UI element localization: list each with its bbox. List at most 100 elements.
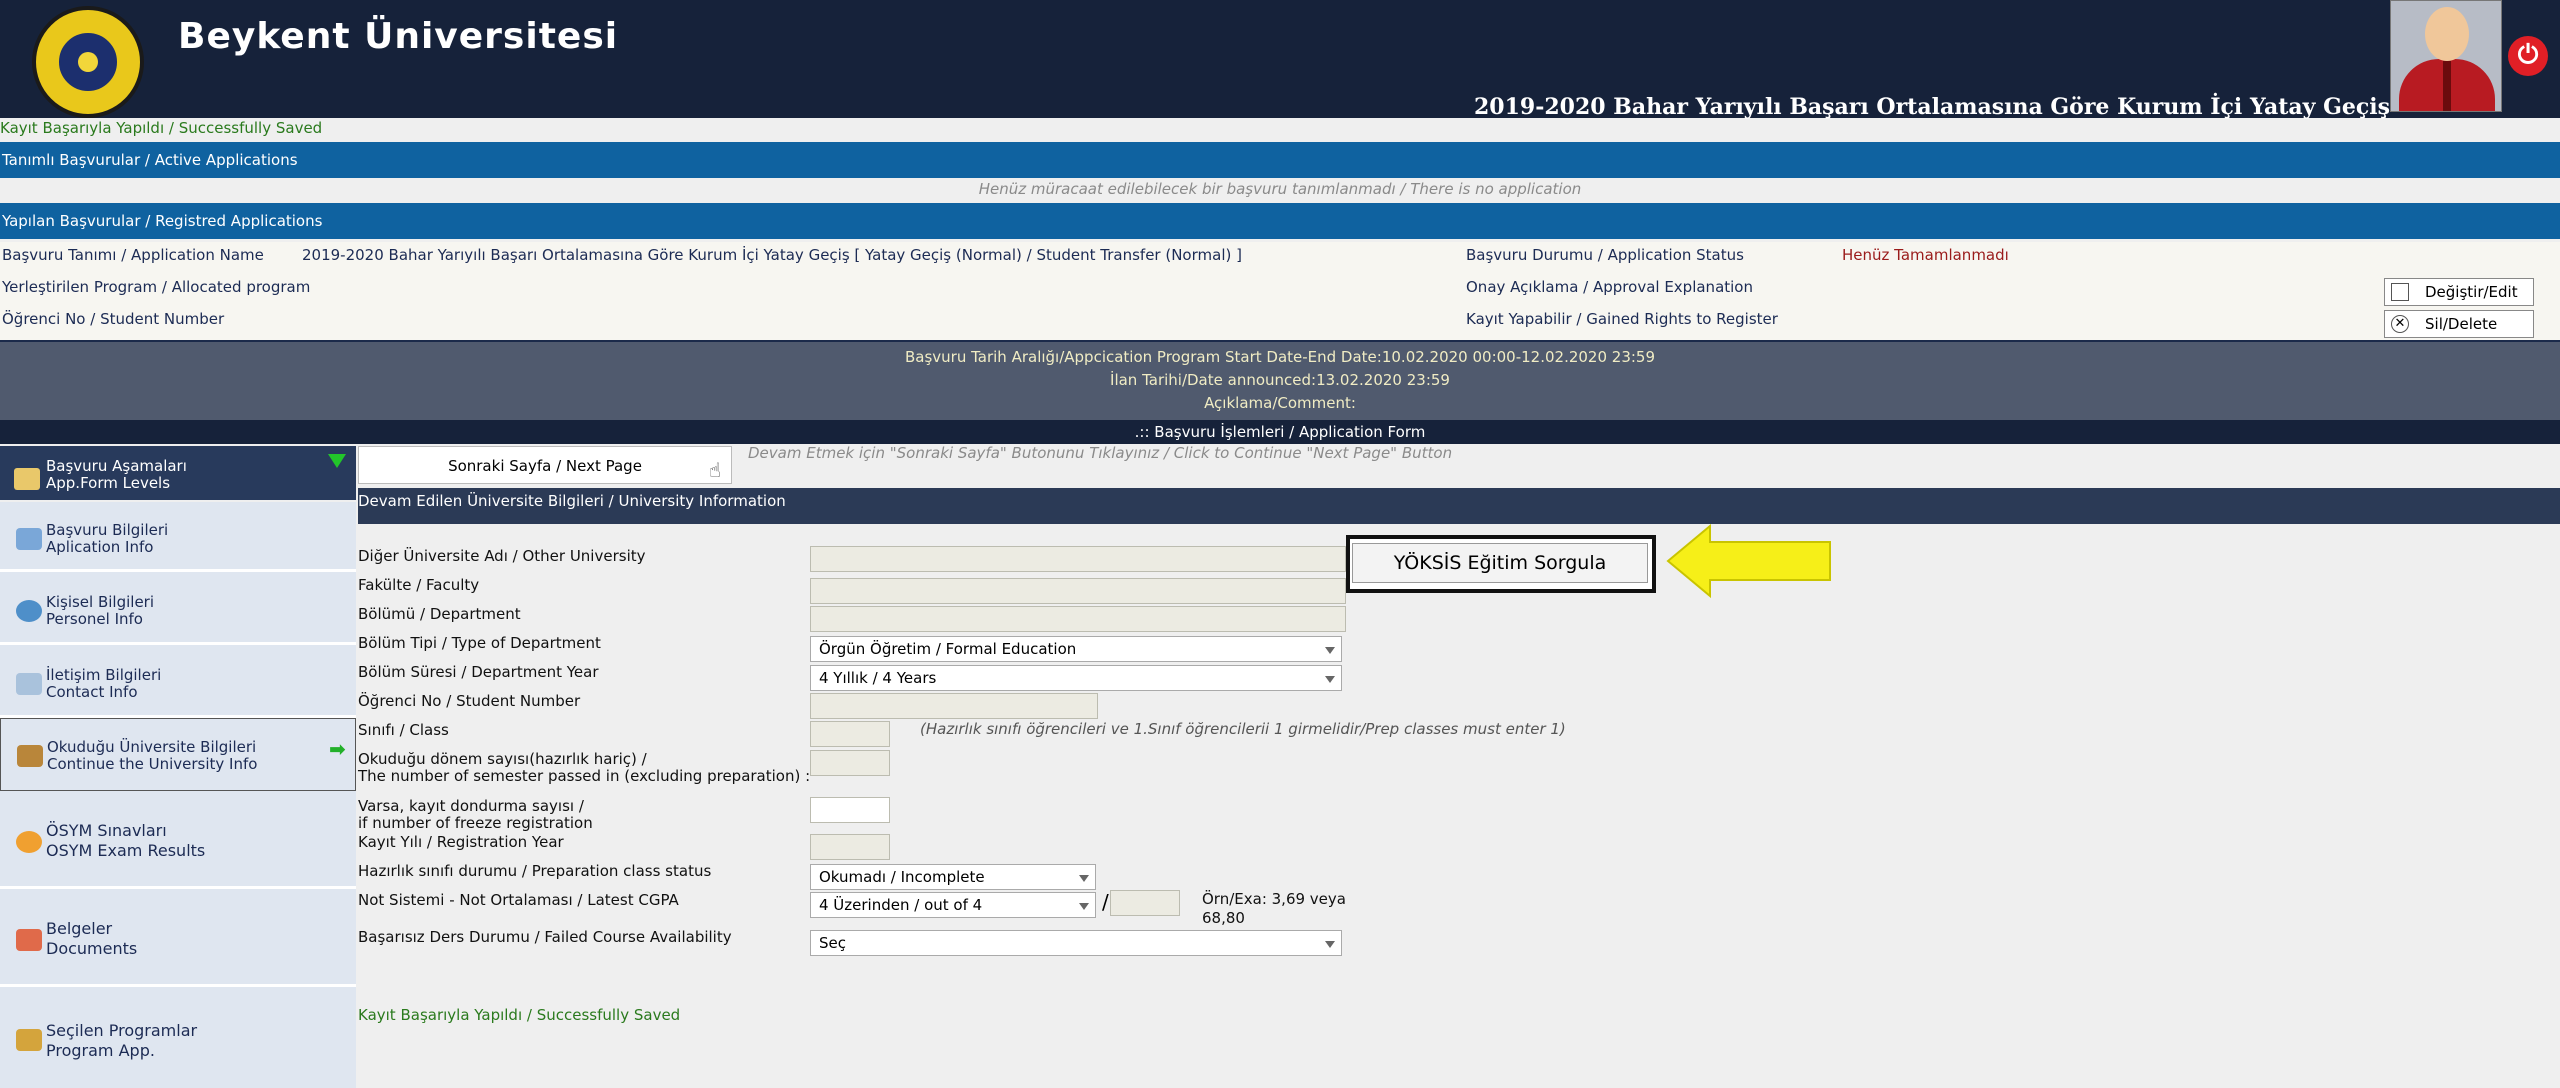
yoksis-query-button[interactable]: YÖKSİS Eğitim Sorgula xyxy=(1352,543,1648,583)
gpa-example-line1: Örn/Exa: 3,69 veya xyxy=(1202,890,1346,908)
semesters-input[interactable] xyxy=(810,750,890,776)
gpa-input[interactable] xyxy=(1110,890,1180,916)
sidebar-header-subtitle: App.Form Levels xyxy=(46,474,171,492)
department-year-value: 4 Yıllık / 4 Years xyxy=(819,669,937,687)
failed-course-select[interactable]: Seç xyxy=(810,930,1342,956)
class-input[interactable] xyxy=(810,721,890,747)
prep-status-select[interactable]: Okumadı / Incomplete xyxy=(810,864,1096,890)
sidebar-item-label: ÖSYM Sınavları xyxy=(46,821,167,840)
briefcase-icon xyxy=(14,468,40,490)
sidebar-item-label: Okuduğu Üniversite Bilgileri xyxy=(47,738,257,756)
freeze-label-line1: Varsa, kayıt dondurma sayısı / xyxy=(358,797,584,815)
delete-button[interactable]: ✕ Sil/Delete xyxy=(2384,310,2534,338)
sidebar-item-label: Belgeler xyxy=(46,919,113,938)
briefcase-icon xyxy=(17,745,43,767)
faculty-label: Fakülte / Faculty xyxy=(358,576,480,594)
application-status-value: Henüz Tamamlanmadı xyxy=(1842,246,2009,264)
registered-applications-band: Yapılan Başvurular / Registred Applicati… xyxy=(0,203,2560,239)
application-form-band: .:: Başvuru İşlemleri / Application Form xyxy=(0,420,2560,444)
comment-label: Açıklama/Comment: xyxy=(1204,394,1356,412)
next-page-button[interactable]: Sonraki Sayfa / Next Page ☝ xyxy=(358,446,732,484)
class-label: Sınıfı / Class xyxy=(358,721,449,739)
faculty-input[interactable] xyxy=(810,578,1346,604)
class-hint: (Hazırlık sınıfı öğrencileri ve 1.Sınıf … xyxy=(920,720,1566,738)
application-dates: Başvuru Tarih Aralığı/Appcication Progra… xyxy=(0,342,2560,420)
grade-system-value: 4 Üzerinden / out of 4 xyxy=(819,896,983,914)
sidebar-item-personal-info[interactable]: Kişisel Bilgileri Personel Info xyxy=(0,572,356,645)
next-page-label: Sonraki Sayfa / Next Page xyxy=(448,457,642,475)
sidebar-item-sublabel: Contact Info xyxy=(46,683,138,701)
sidebar-item-application-info[interactable]: Başvuru Bilgileri Aplication Info xyxy=(0,502,356,572)
university-info-band: Devam Edilen Üniversite Bilgileri / Univ… xyxy=(358,488,2560,524)
university-logo xyxy=(32,6,144,118)
saved-message-bottom: Kayıt Başarıyla Yapıldı / Successfully S… xyxy=(358,1006,681,1024)
program-title: 2019-2020 Bahar Yarıyılı Başarı Ortalama… xyxy=(1474,94,2390,120)
grade-system-select[interactable]: 4 Üzerinden / out of 4 xyxy=(810,892,1096,918)
exam-icon xyxy=(16,831,42,853)
semesters-label-line2: The number of semester passed in (exclud… xyxy=(358,767,811,785)
person-icon xyxy=(16,600,42,622)
prep-status-label: Hazırlık sınıfı durumu / Preparation cla… xyxy=(358,862,712,880)
sidebar-item-documents[interactable]: Belgeler Documents xyxy=(0,889,356,987)
department-year-select[interactable]: 4 Yıllık / 4 Years xyxy=(810,665,1342,691)
sidebar-item-university-info[interactable]: Okuduğu Üniversite Bilgileri Continue the… xyxy=(0,718,356,791)
chevron-down-icon xyxy=(1325,647,1335,654)
sidebar-item-label: Kişisel Bilgileri xyxy=(46,593,155,611)
department-type-select[interactable]: Örgün Öğretim / Formal Education xyxy=(810,636,1342,662)
site-title: Beykent Üniversitesi xyxy=(178,16,619,57)
saved-message: Kayıt Başarıyla Yapıldı / Successfully S… xyxy=(0,119,323,137)
allocated-program-label: Yerleştirilen Program / Allocated progra… xyxy=(2,278,311,296)
sidebar-header: Başvuru Aşamaları App.Form Levels xyxy=(0,446,356,500)
semesters-label-line1: Okuduğu dönem sayısı(hazırlık hariç) / xyxy=(358,750,647,768)
collapse-arrow-icon[interactable] xyxy=(328,454,346,468)
sidebar-item-sublabel: Aplication Info xyxy=(46,538,154,556)
gpa-example-line2: 68,80 xyxy=(1202,909,1245,927)
department-input[interactable] xyxy=(810,606,1346,632)
sidebar-item-selected-programs[interactable]: Seçilen Programlar Program App. xyxy=(0,987,356,1088)
sidebar-item-osym-exams[interactable]: ÖSYM Sınavları OSYM Exam Results xyxy=(0,791,356,889)
sidebar-item-sublabel: Personel Info xyxy=(46,610,143,628)
edit-button-label: Değiştir/Edit xyxy=(2425,283,2518,301)
sidebar-item-label: Seçilen Programlar xyxy=(46,1021,198,1040)
separator: / xyxy=(1102,890,1109,914)
department-type-value: Örgün Öğretim / Formal Education xyxy=(819,640,1077,658)
date-range: Başvuru Tarih Aralığı/Appcication Progra… xyxy=(904,348,1656,366)
freeze-count-input[interactable] xyxy=(810,797,890,823)
failed-course-value: Seç xyxy=(819,934,846,952)
book-icon xyxy=(16,528,42,550)
registration-year-input[interactable] xyxy=(810,834,890,860)
gpa-example: Örn/Exa: 3,69 veya 68,80 xyxy=(1202,890,1346,928)
department-type-label: Bölüm Tipi / Type of Department xyxy=(358,634,601,652)
other-university-input[interactable] xyxy=(810,546,1346,572)
registration-year-label: Kayıt Yılı / Registration Year xyxy=(358,833,564,851)
student-number-input[interactable] xyxy=(810,693,1098,719)
contact-card-icon xyxy=(16,673,42,695)
chevron-down-icon xyxy=(1079,875,1089,882)
sidebar-header-title: Başvuru Aşamaları xyxy=(46,457,187,475)
app-name-value: 2019-2020 Bahar Yarıyılı Başarı Ortalama… xyxy=(302,246,1242,264)
delete-button-label: Sil/Delete xyxy=(2425,315,2498,333)
gpa-label: Not Sistemi - Not Ortalaması / Latest CG… xyxy=(358,891,679,909)
yellow-arrow-icon xyxy=(1666,523,1831,599)
active-applications-band: Tanımlı Başvurular / Active Applications xyxy=(0,142,2560,178)
programs-icon xyxy=(16,1029,42,1051)
department-label: Bölümü / Department xyxy=(358,605,521,623)
approval-explanation-label: Onay Açıklama / Approval Explanation xyxy=(1466,278,1753,296)
sidebar-item-sublabel: Continue the University Info xyxy=(47,755,258,773)
registered-application-panel: Başvuru Tanımı / Application Name 2019-2… xyxy=(0,242,2560,342)
sidebar-item-sublabel: Documents xyxy=(46,939,138,958)
power-icon[interactable]: ⏻ xyxy=(2508,36,2548,76)
department-year-label: Bölüm Süresi / Department Year xyxy=(358,663,599,681)
other-university-label: Diğer Üniversite Adı / Other University xyxy=(358,547,646,565)
hand-pointer-icon: ☝ xyxy=(708,458,721,482)
chevron-down-icon xyxy=(1325,676,1335,683)
app-name-label: Başvuru Tanımı / Application Name xyxy=(2,246,264,264)
avatar[interactable] xyxy=(2390,0,2502,112)
sidebar-item-label: Başvuru Bilgileri xyxy=(46,521,169,539)
sidebar: Başvuru Aşamaları App.Form Levels Başvuru… xyxy=(0,446,356,1088)
sidebar-item-contact-info[interactable]: İletişim Bilgileri Contact Info xyxy=(0,645,356,718)
edit-button[interactable]: Değiştir/Edit xyxy=(2384,278,2534,306)
close-icon: ✕ xyxy=(2391,315,2409,333)
freeze-label-line2: if number of freeze registration xyxy=(358,814,593,832)
documents-icon xyxy=(16,929,42,951)
